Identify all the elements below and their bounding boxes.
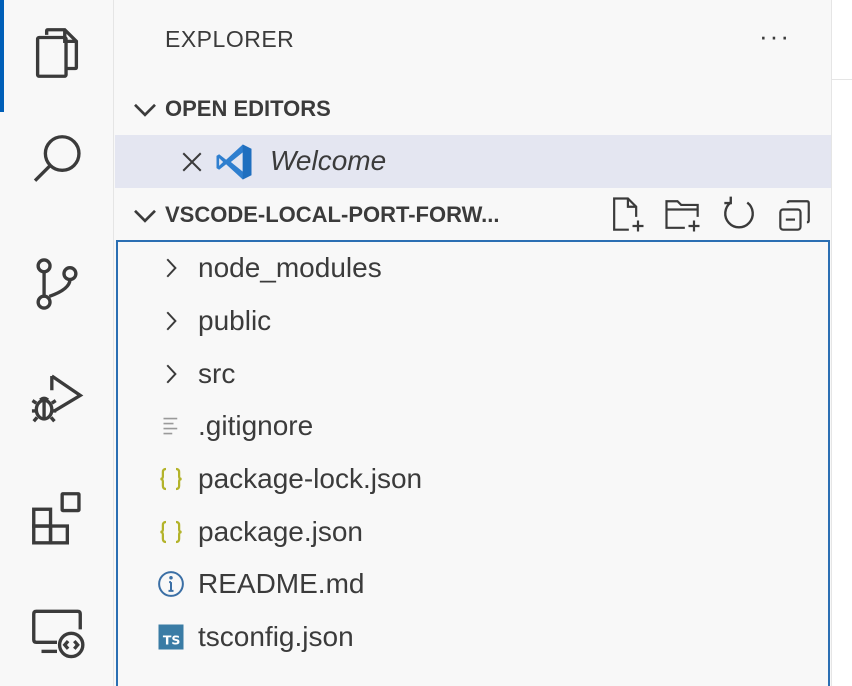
tree-item-label: package.json: [198, 516, 364, 547]
activity-extensions[interactable]: [0, 464, 114, 570]
activity-bar: [0, 0, 114, 686]
tree-item-public[interactable]: public: [118, 295, 828, 347]
tree-item-tsconfig-json[interactable]: TS tsconfig.json: [118, 611, 828, 663]
tree-item-readme-md[interactable]: README.md: [118, 558, 828, 610]
chevron-right-icon: [166, 311, 177, 331]
chevron-down-icon: [134, 209, 156, 223]
activity-explorer[interactable]: [0, 0, 114, 112]
activity-search[interactable]: [0, 107, 114, 213]
vscode-logo-icon: [216, 144, 252, 180]
svg-text:TS: TS: [163, 633, 181, 648]
run-debug-icon: [31, 374, 84, 423]
editor-area-edge: [831, 0, 852, 686]
workspace-actions: [605, 189, 817, 241]
text-file-icon: [163, 417, 178, 435]
tree-item-label: tsconfig.json: [198, 621, 354, 652]
activity-remote-explorer[interactable]: [0, 579, 114, 685]
tree-item-label: README.md: [198, 568, 365, 599]
tree-item-package-json[interactable]: package.json: [118, 506, 828, 558]
tree-item-node-modules[interactable]: node_modules: [118, 242, 828, 294]
open-editors-header[interactable]: OPEN EDITORS: [115, 83, 831, 135]
tree-item-src[interactable]: src: [118, 348, 828, 400]
tree-item-label: .gitignore: [198, 410, 314, 441]
new-folder-icon[interactable]: [661, 193, 705, 237]
tree-item-label: src: [198, 358, 236, 389]
chevron-right-icon: [166, 364, 177, 384]
chevron-right-icon: [166, 258, 177, 278]
files-icon: [35, 28, 79, 78]
explorer-sidebar: EXPLORER ··· OPEN EDITORS Welcome VSCODE…: [115, 0, 831, 686]
open-editor-label: Welcome: [270, 145, 387, 176]
vscode-window: EXPLORER ··· OPEN EDITORS Welcome VSCODE…: [0, 0, 852, 686]
remote-explorer-icon: [32, 609, 85, 659]
more-actions-button[interactable]: ···: [759, 23, 791, 49]
tree-item-label: node_modules: [198, 252, 382, 283]
extensions-icon: [32, 492, 81, 545]
open-editor-item-welcome[interactable]: Welcome: [115, 135, 831, 188]
json-icon: [160, 520, 182, 544]
source-control-icon: [36, 258, 78, 310]
file-tree: node_modules public src .gitignore packa…: [116, 240, 830, 686]
activity-source-control[interactable]: [0, 231, 114, 337]
tree-item-label: public: [198, 305, 272, 336]
info-icon: [158, 571, 184, 597]
new-file-icon[interactable]: [605, 193, 649, 237]
tree-item-label: package-lock.json: [198, 463, 423, 494]
collapse-all-icon[interactable]: [773, 193, 817, 237]
refresh-icon[interactable]: [717, 193, 761, 237]
chevron-down-icon: [134, 103, 156, 117]
json-icon: [160, 467, 182, 491]
workspace-header[interactable]: VSCODE-LOCAL-PORT-FORW...: [115, 189, 831, 241]
tree-item-package-lock-json[interactable]: package-lock.json: [118, 453, 828, 505]
typescript-icon: TS: [158, 624, 184, 650]
sidebar-title: EXPLORER: [165, 26, 295, 52]
search-icon: [33, 135, 81, 182]
workspace-label: VSCODE-LOCAL-PORT-FORW...: [165, 202, 500, 227]
activity-run-debug[interactable]: [0, 345, 114, 451]
tree-item-gitignore[interactable]: .gitignore: [118, 400, 828, 452]
open-editors-label: OPEN EDITORS: [165, 96, 331, 121]
close-icon[interactable]: [177, 147, 207, 177]
